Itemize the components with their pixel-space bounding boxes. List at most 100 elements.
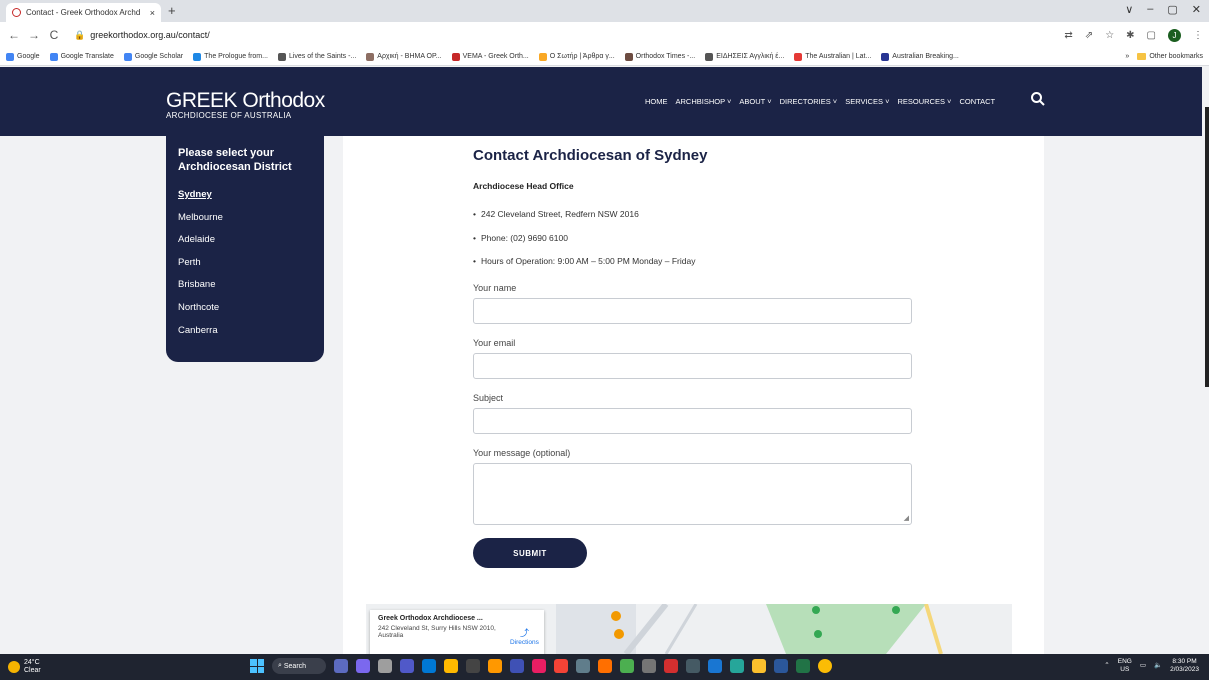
windows-start-icon[interactable]: [250, 659, 264, 673]
bookmark-item[interactable]: Ο Σωτήρ | Άρθρα γ...: [538, 52, 615, 61]
district-sidebar: Please select your Archdiocesan District…: [166, 136, 324, 362]
subject-label: Subject: [473, 393, 504, 403]
bookmark-item[interactable]: Australian Breaking...: [881, 52, 959, 61]
vlc-icon[interactable]: [598, 659, 612, 673]
location-map[interactable]: Greek Orthodox Archdiocese ... 242 Cleve…: [366, 604, 1012, 654]
taskbar-search[interactable]: ⌕ Search: [272, 658, 326, 674]
app-icon-8[interactable]: [488, 659, 502, 673]
taskbar-search-label: Search: [283, 662, 307, 670]
tab-close-icon[interactable]: ×: [150, 8, 155, 18]
subject-field[interactable]: [473, 408, 912, 434]
bookmarks-more-icon[interactable]: »: [1125, 53, 1129, 60]
message-textarea[interactable]: ◢: [473, 463, 912, 525]
tab-search-icon[interactable]: ∨: [1125, 3, 1133, 16]
folder-app-icon[interactable]: [752, 659, 766, 673]
sidebar-item-northcote[interactable]: Northcote: [178, 297, 312, 320]
sidebar-item-sydney[interactable]: Sydney: [178, 184, 312, 207]
bookmark-item[interactable]: The Prologue from...: [193, 52, 268, 61]
menu-directories[interactable]: DIRECTORIES ˅: [780, 97, 838, 106]
bookmark-item[interactable]: Lives of the Saints -...: [277, 52, 356, 61]
profile-avatar[interactable]: J: [1168, 28, 1181, 42]
back-arrow-icon[interactable]: ←: [6, 28, 22, 42]
bookmark-item[interactable]: The Australian | Lat...: [794, 52, 871, 61]
directions-icon: ⤴: [519, 628, 529, 638]
share-icon[interactable]: ⇗: [1085, 30, 1093, 41]
extensions-icon[interactable]: ✱: [1126, 30, 1134, 41]
reload-icon[interactable]: C: [46, 28, 62, 42]
language-indicator[interactable]: ENG US: [1118, 658, 1132, 674]
acrobat-icon[interactable]: [664, 659, 678, 673]
restore-button[interactable]: ▢: [1167, 3, 1177, 16]
bookmark-item[interactable]: Google Translate: [49, 52, 114, 61]
lock-icon: 🔒: [74, 29, 86, 40]
bookmark-favicon-icon: [881, 52, 890, 61]
app-icon-9[interactable]: [510, 659, 524, 673]
email-field[interactable]: [473, 353, 912, 379]
sidebar-item-brisbane[interactable]: Brisbane: [178, 274, 312, 297]
resize-handle-icon[interactable]: ◢: [904, 514, 909, 522]
teams-icon[interactable]: [400, 659, 414, 673]
edge-icon[interactable]: [422, 659, 436, 673]
office-heading: Archdiocese Head Office: [473, 181, 574, 191]
menu-contact[interactable]: CONTACT: [959, 97, 995, 106]
bookmark-item[interactable]: Αρχική - ΒΗΜΑ ΟΡ...: [366, 52, 442, 61]
app-icon-14[interactable]: [620, 659, 634, 673]
excel-icon[interactable]: [796, 659, 810, 673]
map-directions-link[interactable]: ⤴ Directions: [510, 626, 539, 646]
volume-icon[interactable]: 🔈: [1154, 662, 1162, 670]
app-icon-12[interactable]: [576, 659, 590, 673]
bookmark-item[interactable]: Google Scholar: [123, 52, 184, 61]
teams-chat-icon[interactable]: [356, 659, 370, 673]
sidebar-item-canberra[interactable]: Canberra: [178, 320, 312, 343]
app-icon-15[interactable]: [642, 659, 656, 673]
weather-widget[interactable]: 24°C Clear: [8, 659, 41, 675]
menu-archbishop[interactable]: ARCHBISHOP ˅: [676, 97, 732, 106]
sidebar-icon[interactable]: ▢: [1147, 30, 1156, 41]
menu-kebab-icon[interactable]: ⋮: [1193, 30, 1203, 41]
network-icon[interactable]: ▭: [1140, 662, 1146, 670]
bookmark-label: Google Scholar: [134, 53, 184, 60]
close-window-button[interactable]: ✕: [1192, 3, 1201, 16]
task-view-icon[interactable]: [334, 659, 348, 673]
folder-icon: [1137, 53, 1147, 60]
submit-button[interactable]: SUBMIT: [473, 538, 587, 568]
bookmark-item[interactable]: Google: [6, 52, 40, 61]
app-icon-19[interactable]: [730, 659, 744, 673]
calculator-icon[interactable]: [686, 659, 700, 673]
sidebar-item-melbourne[interactable]: Melbourne: [178, 207, 312, 230]
bookmark-item[interactable]: VEMA - Greek Orth...: [451, 52, 529, 61]
page-scrollbar[interactable]: [1205, 107, 1209, 387]
clock[interactable]: 8:30 PM 2/03/2023: [1170, 658, 1199, 674]
app-icon-11[interactable]: [554, 659, 568, 673]
translate-icon[interactable]: ⇄: [1064, 30, 1072, 41]
menu-home[interactable]: HOME: [645, 97, 668, 106]
app-icon-3[interactable]: [378, 659, 392, 673]
chrome-icon[interactable]: [818, 659, 832, 673]
logo-title: GREEK Orthodox: [166, 89, 325, 112]
email-label: Your email: [473, 338, 516, 348]
app-icon-7[interactable]: [466, 659, 480, 673]
menu-services[interactable]: SERVICES ˅: [845, 97, 889, 106]
menu-about[interactable]: ABOUT ˅: [739, 97, 771, 106]
app-icon-18[interactable]: [708, 659, 722, 673]
sidebar-item-adelaide[interactable]: Adelaide: [178, 229, 312, 252]
word-icon[interactable]: [774, 659, 788, 673]
forward-arrow-icon[interactable]: →: [26, 28, 42, 42]
bookmark-label: Google Translate: [60, 53, 114, 60]
site-logo[interactable]: GREEK Orthodox ARCHDIOCESE OF AUSTRALIA: [166, 89, 325, 120]
bookmark-item[interactable]: ΕΙΔΗΣΕΙΣ Αγγλική έ...: [705, 52, 784, 61]
minimize-button[interactable]: –: [1147, 3, 1153, 16]
app-icon-10[interactable]: [532, 659, 546, 673]
file-explorer-icon[interactable]: [444, 659, 458, 673]
sidebar-item-perth[interactable]: Perth: [178, 252, 312, 275]
address-bar[interactable]: 🔒 greekorthodox.org.au/contact/: [74, 30, 210, 41]
new-tab-button[interactable]: +: [168, 3, 176, 18]
search-icon[interactable]: [1030, 91, 1046, 107]
menu-resources[interactable]: RESOURCES ˅: [897, 97, 951, 106]
name-field[interactable]: [473, 298, 912, 324]
other-bookmarks[interactable]: Other bookmarks: [1137, 53, 1203, 60]
bookmark-item[interactable]: Orthodox Times -...: [624, 52, 695, 61]
tray-overflow-icon[interactable]: ⌃: [1104, 662, 1109, 670]
browser-tab[interactable]: Contact - Greek Orthodox Archd ×: [6, 3, 161, 22]
bookmark-star-icon[interactable]: ☆: [1105, 30, 1114, 41]
